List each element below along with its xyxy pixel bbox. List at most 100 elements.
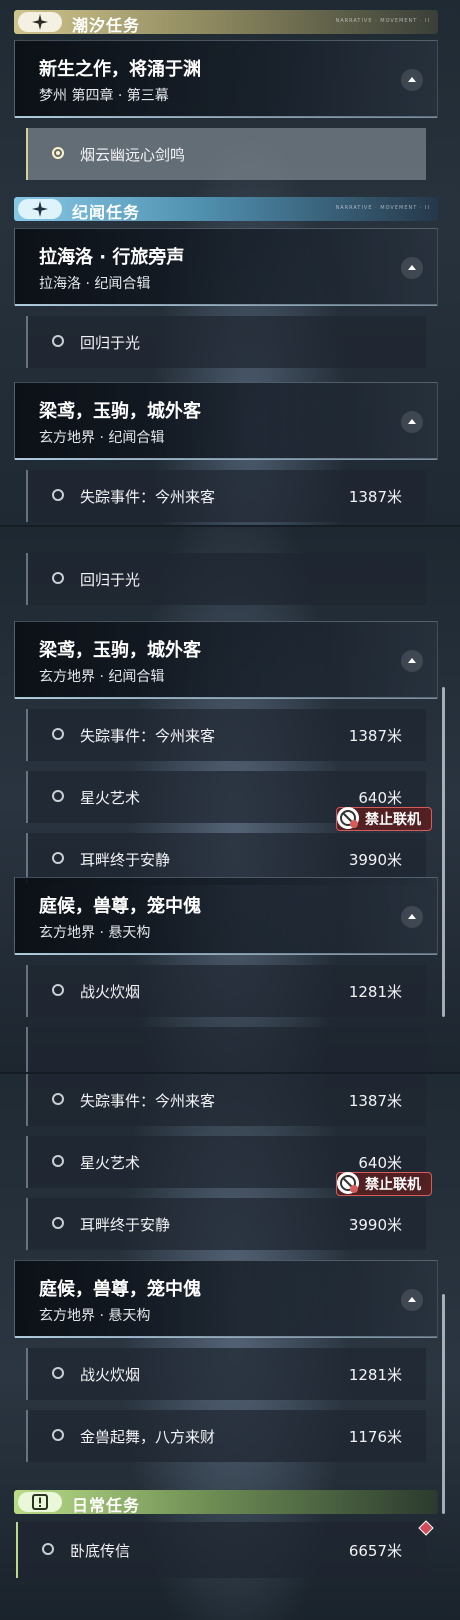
quest-row[interactable]: 回归于光 xyxy=(26,316,426,368)
category-label: 潮汐任务 xyxy=(72,16,141,35)
collapse-button[interactable] xyxy=(401,1289,423,1311)
quest-distance: 640米 xyxy=(358,789,402,807)
quest-row[interactable]: 失踪事件：今州来客 1387米 xyxy=(26,709,426,761)
no-coop-badge: 禁止联机 xyxy=(336,807,432,831)
collapse-button[interactable] xyxy=(401,69,423,91)
quest-name: 战火炊烟 xyxy=(80,983,141,1001)
scrollbar-thumb[interactable] xyxy=(442,687,445,1017)
radio-icon[interactable] xyxy=(52,1155,64,1167)
category-header-daily[interactable]: 日常任务 xyxy=(14,1490,438,1515)
radio-icon[interactable] xyxy=(52,984,64,996)
quest-distance: 1281米 xyxy=(348,983,402,1001)
quest-name: 耳畔终于安静 xyxy=(80,851,171,869)
collapse-button[interactable] xyxy=(401,906,423,928)
quest-group-subtitle: 玄方地界 · 悬天构 xyxy=(39,1308,151,1324)
radio-icon[interactable] xyxy=(52,1093,64,1105)
quest-name: 卧底传信 xyxy=(70,1542,131,1560)
quest-group-card[interactable]: 梁鸢，玉驹，城外客 玄方地界 · 纪闻合辑 xyxy=(14,382,438,460)
quest-distance: 1387米 xyxy=(348,488,402,506)
quest-row-partial[interactable] xyxy=(26,1027,426,1072)
card-underline xyxy=(15,458,437,460)
quest-name: 星火艺术 xyxy=(80,1154,141,1172)
quest-group-subtitle: 梦州 第四章 · 第三幕 xyxy=(39,88,169,104)
quest-group-card[interactable]: 庭候，兽尊，笼中傀 玄方地界 · 悬天构 xyxy=(14,1260,438,1338)
card-underline xyxy=(15,116,437,118)
radio-icon[interactable] xyxy=(52,1367,64,1379)
quest-group-subtitle: 玄方地界 · 纪闻合辑 xyxy=(39,669,165,685)
radio-icon[interactable] xyxy=(52,489,64,501)
quest-group-subtitle: 玄方地界 · 纪闻合辑 xyxy=(39,430,165,446)
quest-group-title: 梁鸢，玉驹，城外客 xyxy=(39,401,201,422)
badge-text: 禁止联机 xyxy=(365,812,421,828)
quest-row[interactable]: 战火炊烟 1281米 xyxy=(26,1348,426,1400)
quest-group-card[interactable]: 新生之作，将涌于渊 梦州 第四章 · 第三幕 xyxy=(14,40,438,118)
quest-group-card[interactable]: 庭候，兽尊，笼中傀 玄方地界 · 悬天构 xyxy=(14,877,438,955)
quest-group-title: 庭候，兽尊，笼中傀 xyxy=(39,896,201,917)
quest-distance: 3990米 xyxy=(348,1216,402,1234)
quest-distance: 1281米 xyxy=(348,1366,402,1384)
screen-segment-2: 回归于光 梁鸢，玉驹，城外客 玄方地界 · 纪闻合辑 失踪事件：今州来客 138… xyxy=(0,527,460,1072)
quest-name: 金兽起舞，八方来财 xyxy=(80,1428,216,1446)
quest-group-title: 新生之作，将涌于渊 xyxy=(39,59,201,80)
badge-text: 禁止联机 xyxy=(365,1177,421,1193)
quest-row[interactable]: 失踪事件：今州来客 1387米 xyxy=(26,1074,426,1126)
category-header-tide[interactable]: 潮汐任务 NARRATIVE · MOVEMENT · II xyxy=(14,10,438,35)
scrollbar-thumb[interactable] xyxy=(442,1294,445,1514)
quest-row[interactable]: 金兽起舞，八方来财 1176米 xyxy=(26,1410,426,1462)
screen-segment-3: 失踪事件：今州来客 1387米 星火艺术 640米 耳畔终于安静 3990米 禁… xyxy=(0,1074,460,1620)
quest-name: 失踪事件：今州来客 xyxy=(80,727,216,745)
radio-icon[interactable] xyxy=(42,1543,54,1555)
quest-row-daily[interactable]: 卧底传信 6657米 xyxy=(16,1522,426,1578)
radio-icon[interactable] xyxy=(52,572,64,584)
quest-row[interactable]: 战火炊烟 1281米 xyxy=(26,965,426,1017)
category-header-lore[interactable]: 纪闻任务 NARRATIVE · MOVEMENT · II xyxy=(14,197,438,222)
four-point-star-icon xyxy=(18,12,62,32)
quest-row[interactable]: 耳畔终于安静 3990米 xyxy=(26,1198,426,1250)
chevron-up-icon xyxy=(408,658,416,663)
radio-icon[interactable] xyxy=(52,1429,64,1441)
quest-name: 烟云幽远心剑鸣 xyxy=(80,146,186,164)
quest-row[interactable]: 回归于光 xyxy=(26,553,426,605)
quest-distance: 1387米 xyxy=(348,727,402,745)
four-point-star-icon xyxy=(18,199,62,219)
chevron-up-icon xyxy=(408,265,416,270)
quest-name: 回归于光 xyxy=(80,571,141,589)
quest-distance: 6657米 xyxy=(348,1542,402,1560)
collapse-button[interactable] xyxy=(401,411,423,433)
category-label: 日常任务 xyxy=(72,1496,141,1515)
radio-icon[interactable] xyxy=(52,1217,64,1229)
quest-name: 回归于光 xyxy=(80,334,141,352)
quest-row-tracked[interactable]: 烟云幽远心剑鸣 xyxy=(26,128,426,180)
radio-icon[interactable] xyxy=(52,335,64,347)
quest-group-card[interactable]: 梁鸢，玉驹，城外客 玄方地界 · 纪闻合辑 xyxy=(14,621,438,699)
card-underline xyxy=(15,1336,437,1338)
collapse-button[interactable] xyxy=(401,650,423,672)
category-tail-text: NARRATIVE · MOVEMENT · II xyxy=(335,18,430,24)
collapse-button[interactable] xyxy=(401,257,423,279)
chevron-up-icon xyxy=(408,914,416,919)
no-coop-icon xyxy=(337,807,359,829)
radio-icon[interactable] xyxy=(52,728,64,740)
quest-group-title: 拉海洛 · 行旅旁声 xyxy=(39,247,185,268)
tracked-radio-icon[interactable] xyxy=(52,147,64,159)
no-coop-icon xyxy=(337,1172,359,1194)
quest-name: 失踪事件：今州来客 xyxy=(80,1092,216,1110)
quest-name: 耳畔终于安静 xyxy=(80,1216,171,1234)
card-underline xyxy=(15,697,437,699)
quest-group-title: 庭候，兽尊，笼中傀 xyxy=(39,1279,201,1300)
chevron-up-icon xyxy=(408,77,416,82)
radio-icon[interactable] xyxy=(52,790,64,802)
card-underline xyxy=(15,953,437,955)
quest-distance: 1387米 xyxy=(348,1092,402,1110)
quest-name: 战火炊烟 xyxy=(80,1366,141,1384)
chevron-up-icon xyxy=(408,1297,416,1302)
quest-group-card[interactable]: 拉海洛 · 行旅旁声 拉海洛 · 纪闻合辑 xyxy=(14,228,438,306)
quest-distance: 640米 xyxy=(358,1154,402,1172)
quest-name: 星火艺术 xyxy=(80,789,141,807)
chevron-up-icon xyxy=(408,419,416,424)
category-label: 纪闻任务 xyxy=(72,203,141,222)
quest-group-subtitle: 拉海洛 · 纪闻合辑 xyxy=(39,276,151,292)
radio-icon[interactable] xyxy=(52,852,64,864)
diamond-marker-icon xyxy=(418,1520,434,1536)
quest-row[interactable]: 失踪事件：今州来客 1387米 xyxy=(26,470,426,522)
